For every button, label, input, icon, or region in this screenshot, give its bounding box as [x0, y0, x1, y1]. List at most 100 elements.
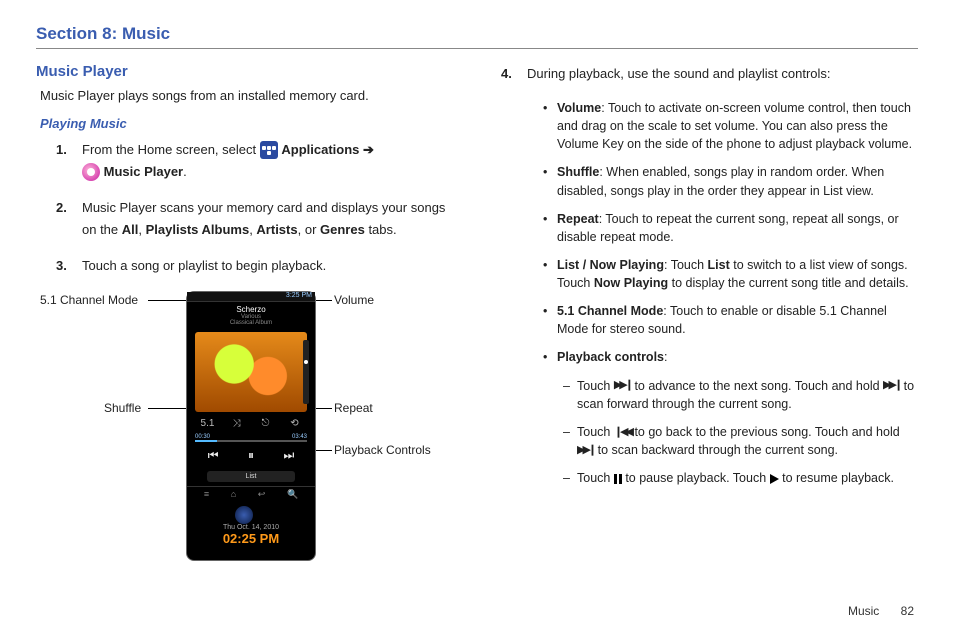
music-player-label: Music Player [104, 164, 184, 179]
footer-section: Music [848, 604, 879, 618]
label-volume: Volume [334, 293, 374, 307]
phone-mock: 3:25 PM Scherzo Various Classical Album … [186, 291, 316, 561]
applications-label: Applications [281, 142, 359, 157]
text: : Touch to repeat the current song, repe… [557, 212, 899, 244]
play-icon [770, 474, 779, 484]
phone-figure: 5.1 Channel Mode Volume Shuffle Repeat P… [66, 291, 446, 571]
home-date: Thu Oct. 14, 2010 [187, 524, 315, 531]
page-number: 82 [901, 604, 914, 618]
step-text: From the Home screen, select Application… [82, 139, 459, 183]
playing-music-heading: Playing Music [40, 116, 459, 131]
page-footer: Music 82 [848, 604, 914, 618]
music-player-intro: Music Player plays songs from an install… [40, 86, 459, 106]
play-pause-button[interactable]: ⏸ [248, 448, 254, 463]
text: From the Home screen, select [82, 142, 260, 157]
progress[interactable]: 00:3003:43 [195, 434, 307, 442]
step-1: 1. From the Home screen, select Applicat… [56, 139, 459, 183]
step-text: Music Player scans your memory card and … [82, 197, 459, 241]
back-key[interactable]: ↩ [258, 489, 266, 500]
pause-icon [614, 474, 622, 484]
bullet-list: Volume: Touch to activate on-screen volu… [547, 99, 918, 487]
track-album: Classical Album [187, 320, 315, 326]
sub-prev: Touch ❙◀◀ to go back to the previous son… [563, 423, 918, 459]
text: Touch [577, 471, 614, 485]
text: : [664, 350, 667, 364]
51ch-toggle[interactable]: 5.1 [201, 418, 215, 429]
sub-list: Touch ▶▶❙ to advance to the next song. T… [563, 377, 918, 488]
bullet-51-channel: 5.1 Channel Mode: Touch to enable or dis… [547, 302, 918, 338]
term: Shuffle [557, 165, 599, 179]
menu-key[interactable]: ≡ [204, 489, 209, 500]
text: Touch [577, 379, 614, 393]
text: : When enabled, songs play in random ord… [557, 165, 884, 197]
repeat-toggle[interactable]: ⟲ [288, 418, 302, 429]
status-bar: 3:25 PM [187, 292, 315, 302]
term: Repeat [557, 212, 599, 226]
text: to pause playback. Touch [622, 471, 770, 485]
term: List / Now Playing [557, 258, 664, 272]
list-button[interactable]: List [207, 471, 295, 482]
bullet-playback-controls: Playback controls: [547, 348, 918, 366]
step-3: 3. Touch a song or playlist to begin pla… [56, 255, 459, 277]
label-playback-controls: Playback Controls [334, 443, 431, 457]
step-number: 2. [56, 197, 82, 241]
section-title: Section 8: Music [36, 24, 918, 49]
applications-icon [260, 141, 278, 159]
text: to resume playback. [779, 471, 894, 485]
album-art [195, 332, 307, 412]
bullet-shuffle: Shuffle: When enabled, songs play in ran… [547, 163, 918, 199]
toggle-row: 5.1 ⤨ ⎋ ⟲ [187, 415, 315, 432]
prev-button[interactable]: ⏮ [208, 448, 219, 463]
next-button[interactable]: ⏭ [283, 448, 294, 463]
text: to advance to the next song. Touch and h… [631, 379, 883, 393]
next-icon: ▶▶❙ [883, 378, 900, 394]
columns: Music Player Music Player plays songs fr… [36, 63, 918, 571]
sub-pause-play: Touch to pause playback. Touch to resume… [563, 469, 918, 487]
bullet-list-now-playing: List / Now Playing: Touch List to switch… [547, 256, 918, 292]
text: to go back to the previous song. Touch a… [631, 425, 900, 439]
text: , or [298, 222, 320, 237]
step-text: During playback, use the sound and playl… [527, 63, 918, 85]
text: to scan backward through the current son… [594, 443, 838, 457]
label-51-channel: 5.1 Channel Mode [40, 293, 138, 307]
text: Touch [577, 425, 614, 439]
step-number: 1. [56, 139, 82, 183]
shuffle-toggle[interactable]: ⤨ [230, 418, 244, 429]
term: Volume [557, 101, 601, 115]
home-clock: 02:25 PM [187, 531, 315, 546]
search-key[interactable]: 🔍 [287, 489, 298, 500]
text: : Touch [664, 258, 708, 272]
prev-icon: ❙◀◀ [614, 425, 631, 441]
share-button[interactable]: ⎋ [259, 418, 273, 429]
term: 5.1 Channel Mode [557, 304, 663, 318]
tab-genres: Genres [320, 222, 365, 237]
transport-controls: ⏮ ⏸ ⏭ [187, 444, 315, 467]
tab-all: All [122, 222, 139, 237]
home-orb[interactable] [235, 506, 253, 524]
home-key[interactable]: ⌂ [231, 489, 236, 500]
list-label: List [708, 258, 730, 272]
label-shuffle: Shuffle [104, 401, 141, 415]
volume-slider[interactable] [303, 340, 309, 404]
leader-line [148, 408, 186, 409]
music-player-icon [82, 163, 100, 181]
term: Playback controls [557, 350, 664, 364]
nav-keys: ≡ ⌂ ↩ 🔍 [187, 486, 315, 502]
now-playing-label: Now Playing [594, 276, 668, 290]
step-number: 4. [501, 63, 527, 85]
home-bar: Thu Oct. 14, 2010 02:25 PM [187, 502, 315, 546]
arrow-icon: ➔ [363, 142, 374, 157]
left-column: Music Player Music Player plays songs fr… [36, 63, 459, 571]
bullet-volume: Volume: Touch to activate on-screen volu… [547, 99, 918, 153]
text: : Touch to activate on-screen volume con… [557, 101, 912, 151]
leader-line [314, 408, 332, 409]
text: tabs. [365, 222, 397, 237]
leader-line [148, 300, 186, 301]
status-time: 3:25 PM [286, 292, 312, 299]
step-2: 2. Music Player scans your memory card a… [56, 197, 459, 241]
step-number: 3. [56, 255, 82, 277]
right-column: 4. During playback, use the sound and pl… [495, 63, 918, 571]
label-repeat: Repeat [334, 401, 373, 415]
sub-next: Touch ▶▶❙ to advance to the next song. T… [563, 377, 918, 413]
step-text: Touch a song or playlist to begin playba… [82, 255, 459, 277]
